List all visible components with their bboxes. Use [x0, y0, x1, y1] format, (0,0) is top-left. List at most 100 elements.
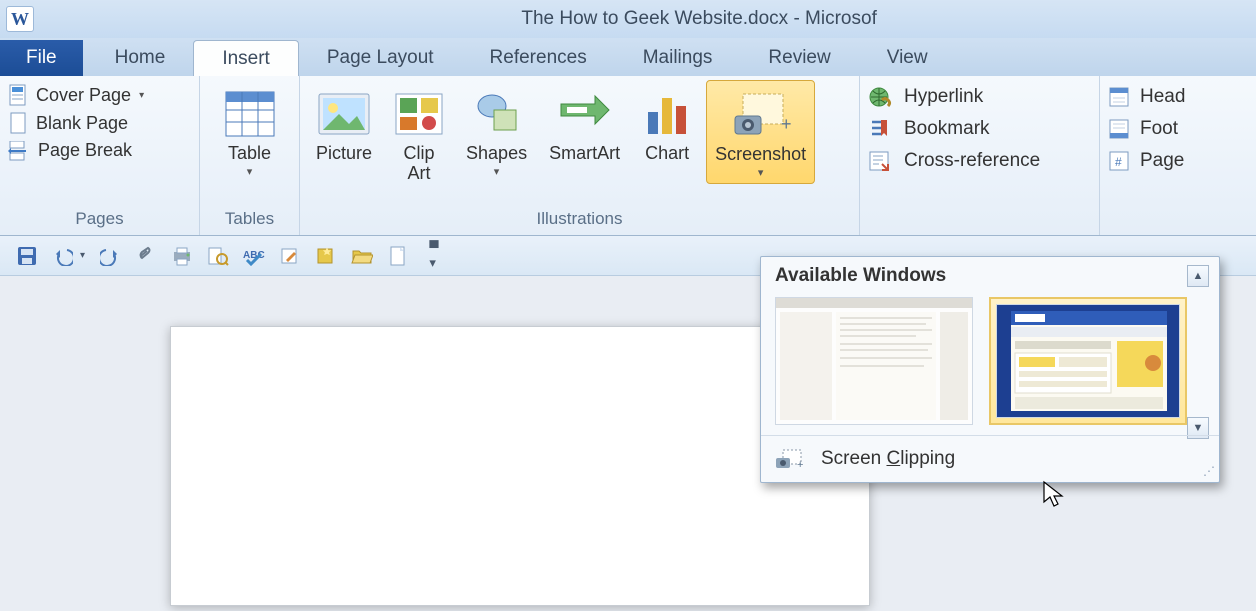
document-title: The How to Geek Website.docx - Microsof — [521, 8, 877, 30]
screen-clipping-label-pre: Screen — [821, 448, 886, 469]
thumbnail-preview-icon — [776, 298, 972, 424]
chart-label: Chart — [645, 144, 689, 164]
dropdown-arrow-icon: ▾ — [139, 90, 144, 101]
picture-button[interactable]: Picture — [308, 80, 380, 168]
spellcheck-icon[interactable]: ABC — [243, 245, 265, 267]
chart-icon — [642, 84, 692, 144]
dropdown-arrow-icon: ▾ — [466, 166, 527, 178]
header-button[interactable]: Head — [1108, 86, 1185, 108]
screenshot-dropdown: Available Windows ▲ — [760, 256, 1220, 483]
tab-insert[interactable]: Insert — [193, 40, 299, 76]
window-thumbnail-1[interactable] — [775, 297, 973, 425]
page-break-button[interactable]: Page Break — [8, 140, 144, 161]
dropdown-arrow-icon: ▾ — [715, 167, 806, 179]
ribbon: Cover Page ▾ Blank Page Page Break Pages — [0, 76, 1256, 236]
blank-page-label: Blank Page — [36, 113, 128, 134]
page-break-label: Page Break — [38, 140, 132, 161]
undo-icon[interactable] — [52, 245, 74, 267]
cross-reference-icon — [868, 150, 894, 172]
header-label: Head — [1140, 86, 1185, 108]
bookmark-button[interactable]: Bookmark — [868, 118, 1040, 140]
screenshot-label: Screenshot — [715, 144, 806, 164]
tab-file[interactable]: File — [0, 40, 83, 76]
group-tables: Table▾ Tables — [200, 76, 300, 235]
cover-page-label: Cover Page — [36, 85, 131, 106]
cross-reference-label: Cross-reference — [904, 150, 1040, 172]
tab-home[interactable]: Home — [87, 40, 194, 76]
screen-clipping-button[interactable]: Screen Clipping — [821, 448, 955, 470]
page-number-label: Page — [1140, 150, 1184, 172]
clip-art-button[interactable]: ClipArt — [386, 80, 452, 188]
tab-review[interactable]: Review — [740, 40, 858, 76]
available-windows-label: Available Windows — [775, 265, 946, 287]
table-button[interactable]: Table▾ — [216, 80, 284, 182]
open-icon[interactable] — [351, 245, 373, 267]
chart-button[interactable]: Chart — [634, 80, 700, 168]
screen-clipping-label-post: lipping — [900, 448, 955, 469]
shapes-icon — [472, 84, 522, 144]
page-number-button[interactable]: # Page — [1108, 150, 1185, 172]
hyperlink-button[interactable]: Hyperlink — [868, 86, 1040, 108]
cover-page-button[interactable]: Cover Page ▾ — [8, 84, 144, 106]
tab-view[interactable]: View — [859, 40, 956, 76]
group-pages-label: Pages — [8, 205, 191, 235]
app-icon[interactable]: W — [6, 6, 34, 32]
resize-grip-icon[interactable]: ⋰ — [1203, 464, 1213, 478]
group-links-label — [868, 205, 1091, 235]
svg-text:#: # — [1115, 155, 1122, 169]
tab-references[interactable]: References — [462, 40, 615, 76]
cross-reference-button[interactable]: Cross-reference — [868, 150, 1040, 172]
dropdown-arrow-icon: ▾ — [228, 166, 271, 178]
group-illustrations-label: Illustrations — [308, 205, 851, 235]
bookmark-icon — [868, 118, 894, 140]
screen-clipping-accelerator: C — [886, 448, 900, 469]
footer-label: Foot — [1140, 118, 1178, 140]
shapes-button[interactable]: Shapes▾ — [458, 80, 535, 182]
customize-qat-icon[interactable]: ▀▾ — [423, 245, 445, 267]
thumbnail-preview-icon — [997, 305, 1180, 417]
screen-clipping-icon: + — [775, 448, 803, 470]
edit-icon[interactable] — [279, 245, 301, 267]
footer-button[interactable]: Foot — [1108, 118, 1185, 140]
redo-icon[interactable] — [99, 245, 121, 267]
screenshot-button[interactable]: + Screenshot ▾ — [706, 80, 815, 184]
svg-text:+: + — [797, 459, 803, 470]
blank-doc-icon[interactable] — [387, 245, 409, 267]
smartart-label: SmartArt — [549, 144, 620, 164]
hyperlink-label: Hyperlink — [904, 86, 983, 108]
group-tables-label: Tables — [208, 205, 291, 235]
group-illustrations: Picture ClipArt Shapes▾ SmartArt — [300, 76, 860, 235]
footer-icon — [1108, 118, 1130, 140]
tab-mailings[interactable]: Mailings — [615, 40, 741, 76]
bookmark-label: Bookmark — [904, 118, 990, 140]
save-icon[interactable] — [16, 245, 38, 267]
clip-art-icon — [394, 84, 444, 144]
picture-label: Picture — [316, 144, 372, 164]
picture-icon — [317, 84, 371, 144]
tab-page-layout[interactable]: Page Layout — [299, 40, 462, 76]
group-pages: Cover Page ▾ Blank Page Page Break Pages — [0, 76, 200, 235]
blank-page-button[interactable]: Blank Page — [8, 112, 144, 134]
clip-art-label-2: Art — [408, 163, 431, 183]
smartart-icon — [557, 84, 613, 144]
header-icon — [1108, 86, 1130, 108]
ribbon-tabs: File Home Insert Page Layout References … — [0, 38, 1256, 76]
screenshot-icon: + — [731, 85, 791, 145]
mouse-cursor-icon — [1042, 480, 1066, 510]
print-icon[interactable] — [171, 245, 193, 267]
table-icon — [224, 84, 276, 144]
attach-icon[interactable] — [135, 245, 157, 267]
group-header-footer: Head Foot # Page — [1100, 76, 1240, 235]
group-header-footer-label — [1108, 205, 1232, 235]
dropdown-arrow-icon[interactable]: ▾ — [80, 250, 85, 261]
scroll-up-button[interactable]: ▲ — [1187, 265, 1209, 287]
hyperlink-icon — [868, 86, 894, 108]
page-number-icon: # — [1108, 150, 1130, 172]
smartart-button[interactable]: SmartArt — [541, 80, 628, 168]
new-icon[interactable] — [315, 245, 337, 267]
title-bar: W The How to Geek Website.docx - Microso… — [0, 0, 1256, 38]
clip-art-label-1: Clip — [404, 143, 435, 163]
print-preview-icon[interactable] — [207, 245, 229, 267]
window-thumbnail-2[interactable] — [989, 297, 1187, 425]
group-links: Hyperlink Bookmark Cross-reference — [860, 76, 1100, 235]
